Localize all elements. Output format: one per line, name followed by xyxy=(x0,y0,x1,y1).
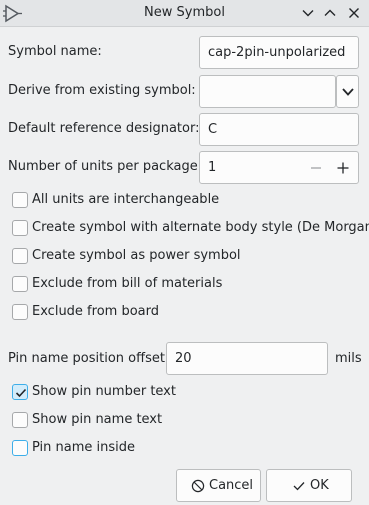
pin-offset-input[interactable]: 20 xyxy=(166,342,328,375)
cancel-icon xyxy=(191,479,205,493)
ok-label: OK xyxy=(310,478,329,493)
option-label: Show pin number text xyxy=(32,384,176,399)
checkbox-checked[interactable] xyxy=(12,384,28,400)
option-label: All units are interchangeable xyxy=(32,192,220,207)
designator-input[interactable]: C xyxy=(199,113,359,146)
pin-offset-label: Pin name position offset: xyxy=(8,351,170,366)
units-spinbox[interactable]: 1 xyxy=(199,151,359,184)
option-label: Exclude from board xyxy=(32,304,159,319)
chevron-down-icon xyxy=(342,88,354,96)
checkbox[interactable] xyxy=(12,304,28,320)
units-label: Number of units per package: xyxy=(8,159,203,174)
checkmark-icon xyxy=(292,479,306,493)
option-label: Show pin name text xyxy=(32,412,163,427)
chevron-up-icon[interactable] xyxy=(323,6,337,20)
option-label: Exclude from bill of materials xyxy=(32,276,223,291)
derive-label: Derive from existing symbol: xyxy=(8,83,196,98)
pin-offset-unit: mils xyxy=(335,351,362,366)
designator-label: Default reference designator: xyxy=(8,121,200,136)
checkbox[interactable] xyxy=(12,440,28,456)
checkbox[interactable] xyxy=(12,220,28,236)
symbol-name-label: Symbol name: xyxy=(8,44,102,59)
checkmark-icon xyxy=(15,388,27,398)
checkbox[interactable] xyxy=(12,276,28,292)
ok-button[interactable]: OK xyxy=(266,469,352,502)
cancel-button[interactable]: Cancel xyxy=(176,469,261,502)
checkbox[interactable] xyxy=(12,192,28,208)
symbol-name-input[interactable]: cap-2pin-unpolarized xyxy=(199,36,359,69)
minus-icon[interactable] xyxy=(309,161,323,175)
plus-icon[interactable] xyxy=(336,161,350,175)
title-bar: New Symbol xyxy=(0,0,369,27)
option-label: Create symbol with alternate body style … xyxy=(32,220,369,235)
derive-dropdown-button[interactable] xyxy=(336,75,359,108)
option-label: Create symbol as power symbol xyxy=(32,248,241,263)
checkbox[interactable] xyxy=(12,412,28,428)
cancel-label: Cancel xyxy=(209,478,254,493)
units-value: 1 xyxy=(208,160,217,175)
derive-symbol-combo[interactable] xyxy=(199,75,336,108)
close-icon[interactable] xyxy=(347,6,361,20)
option-label: Pin name inside xyxy=(32,440,136,455)
chevron-down-icon[interactable] xyxy=(301,6,315,20)
checkbox[interactable] xyxy=(12,248,28,264)
